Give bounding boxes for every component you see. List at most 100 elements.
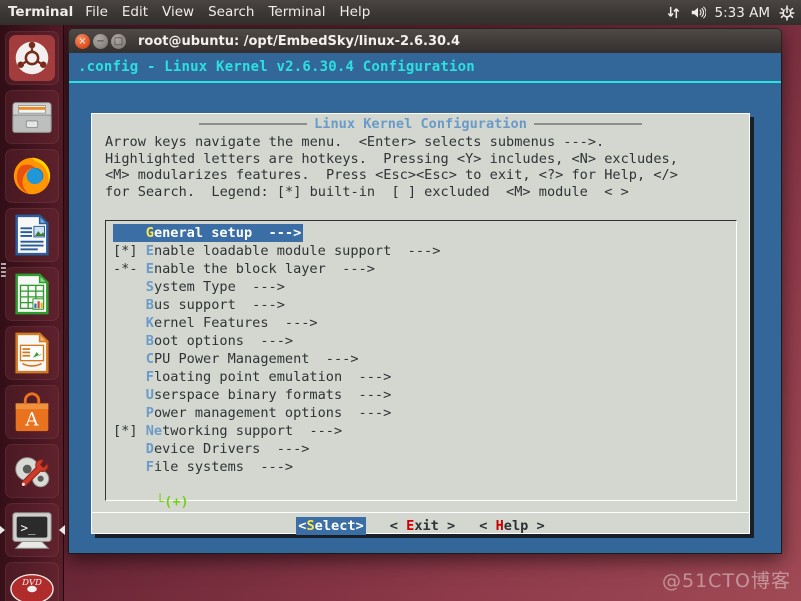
- menu-item-row[interactable]: Device Drivers --->: [113, 440, 732, 458]
- network-updown-icon[interactable]: [666, 5, 681, 20]
- menu-item-marker: [113, 315, 146, 331]
- launcher-item-system-settings[interactable]: [4, 444, 59, 498]
- volume-icon[interactable]: [690, 5, 706, 20]
- menu-item-label: nable loadable module support --->: [153, 243, 441, 259]
- menu-item-row-wrap: General setup --->: [113, 224, 732, 242]
- launcher-item-ubuntu-software-center[interactable]: A: [4, 385, 59, 439]
- menu-item-hotkey: G: [145, 225, 154, 241]
- menu-item-hotkey: E: [145, 243, 154, 259]
- menu-item-marker: [113, 333, 146, 349]
- menu-item-label: us support --->: [153, 297, 285, 313]
- menu-item-row[interactable]: [*] Networking support --->: [113, 422, 732, 440]
- select-button[interactable]: <Select>: [296, 517, 366, 535]
- menu-item-hotkey: F: [145, 459, 154, 475]
- menu-item-row[interactable]: System Type --->: [113, 278, 732, 296]
- menu-search[interactable]: Search: [201, 0, 261, 25]
- instruction-line: <M> modularizes features. Press <Esc><Es…: [105, 167, 678, 184]
- menu-item-marker: [113, 441, 146, 457]
- dialog-instructions: Arrow keys navigate the menu. <Enter> se…: [105, 134, 741, 200]
- menu-view[interactable]: View: [155, 0, 201, 25]
- menu-item-row[interactable]: [*] Enable loadable module support --->: [113, 242, 732, 260]
- launcher-item-ubuntu-dash[interactable]: [4, 31, 59, 85]
- launcher-item-dvd[interactable]: DVD: [4, 562, 59, 601]
- menu-item-hotkey: B: [145, 333, 154, 349]
- window-title: root@ubuntu: /opt/EmbedSky/linux-2.6.30.…: [138, 33, 461, 49]
- menu-item-marker: [*]: [113, 423, 146, 439]
- button-hotkey: S: [306, 518, 315, 534]
- menu-box[interactable]: General setup ---> [*] Enable loadable mo…: [105, 220, 737, 510]
- terminal-body[interactable]: .config - Linux Kernel v2.6.30.4 Configu…: [68, 53, 782, 554]
- exit-button[interactable]: < Exit >: [390, 518, 455, 534]
- menu-item-row[interactable]: Bus support --->: [113, 296, 732, 314]
- libreoffice-impress-icon: [14, 331, 49, 374]
- menu-file[interactable]: File: [78, 0, 115, 25]
- panel-indicators: 5:33 AM: [666, 5, 801, 21]
- menu-item-row[interactable]: Userspace binary formats --->: [113, 386, 732, 404]
- menu-item-row[interactable]: -*- Enable the block layer --->: [113, 260, 732, 278]
- menu-item-marker: [113, 405, 146, 421]
- launcher-item-libreoffice-calc[interactable]: [4, 267, 59, 321]
- title-rule-right: [533, 123, 642, 125]
- menu-item-marker: [113, 279, 146, 295]
- window-titlebar[interactable]: × − □ root@ubuntu: /opt/EmbedSky/linux-2…: [68, 28, 782, 53]
- menu-item-hotkey: B: [145, 297, 154, 313]
- menu-item-row[interactable]: Power management options --->: [113, 404, 732, 422]
- ubuntu-software-center-icon: A: [15, 392, 48, 432]
- menu-edit[interactable]: Edit: [115, 0, 155, 25]
- menu-item-row[interactable]: General setup --->: [113, 224, 304, 242]
- menu-item-row[interactable]: File systems --->: [113, 458, 732, 476]
- menu-item-marker: [113, 351, 146, 367]
- menu-item-row[interactable]: Floating point emulation --->: [113, 368, 732, 386]
- scroll-more-indicator: └(+): [156, 494, 189, 510]
- panel-clock[interactable]: 5:33 AM: [715, 5, 771, 21]
- menu-item-hotkey: U: [145, 387, 154, 403]
- menu-item-marker: [113, 387, 146, 403]
- window-minimize-button[interactable]: −: [93, 33, 108, 49]
- launcher-item-libreoffice-writer[interactable]: [4, 208, 59, 262]
- button-prefix: <: [389, 518, 407, 534]
- libreoffice-writer-icon: [14, 213, 49, 256]
- menu-item-label: eneral setup --->: [153, 225, 302, 241]
- menu-item-marker: [113, 225, 146, 241]
- button-prefix: <: [479, 518, 496, 534]
- menu-item-label: ystem Type --->: [153, 279, 285, 295]
- system-settings-icon: [14, 457, 49, 488]
- menu-item-label: tworking support --->: [162, 423, 343, 439]
- launcher-item-files[interactable]: [4, 90, 59, 144]
- window-close-button[interactable]: ×: [75, 33, 90, 49]
- menu-list: General setup ---> [*] Enable loadable mo…: [113, 224, 732, 476]
- firefox-icon: [13, 157, 50, 195]
- dvd-disc-icon: DVD: [9, 573, 54, 601]
- menu-item-label: PU Power Management --->: [153, 351, 359, 367]
- menu-item-row[interactable]: CPU Power Management --->: [113, 350, 732, 368]
- menu-item-hotkey: Ne: [145, 423, 163, 439]
- dialog-title: Linux Kernel Configuration: [92, 116, 749, 132]
- dialog-separator: [92, 512, 749, 513]
- svg-text:DVD: DVD: [21, 578, 42, 588]
- button-label: elp >: [503, 518, 545, 534]
- launcher-item-terminal[interactable]: >_: [4, 503, 59, 557]
- unity-launcher: A >_ DVD: [0, 25, 64, 601]
- menu-item-row[interactable]: Boot options --->: [113, 332, 732, 350]
- menu-item-label: serspace binary formats --->: [153, 387, 392, 403]
- menu-item-row[interactable]: Kernel Features --->: [113, 314, 732, 332]
- ubuntu-dash-icon: [8, 35, 55, 81]
- help-button[interactable]: < Help >: [479, 518, 544, 534]
- window-maximize-button[interactable]: □: [111, 33, 126, 49]
- power-gear-icon[interactable]: [779, 4, 795, 21]
- files-icon: [11, 102, 52, 133]
- menu-item-hotkey: P: [145, 405, 154, 421]
- menu-item-marker: [*]: [113, 243, 146, 259]
- menu-item-label: oot options --->: [153, 333, 294, 349]
- panel-app-name[interactable]: Terminal: [0, 0, 78, 25]
- menu-item-label: ower management options --->: [153, 405, 392, 421]
- menu-item-label: ile systems --->: [153, 459, 294, 475]
- menu-item-hotkey: D: [145, 441, 154, 457]
- launcher-item-firefox[interactable]: [4, 149, 59, 203]
- menu-help[interactable]: Help: [333, 0, 378, 25]
- instruction-line: for Search. Legend: [*] built-in [ ] exc…: [105, 183, 629, 200]
- menu-item-hotkey: E: [145, 261, 154, 277]
- dialog-title-text: Linux Kernel Configuration: [314, 116, 527, 132]
- launcher-item-libreoffice-impress[interactable]: [4, 326, 59, 380]
- menu-terminal[interactable]: Terminal: [261, 0, 332, 25]
